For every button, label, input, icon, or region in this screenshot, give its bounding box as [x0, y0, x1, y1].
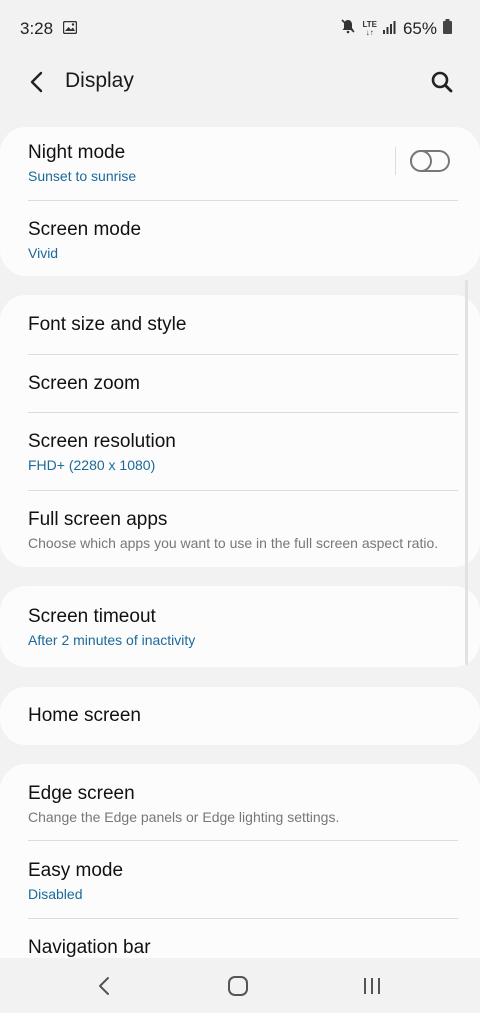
navigation-bar-title: Navigation bar — [28, 937, 151, 958]
card-edge-easy-nav: Edge screen Change the Edge panels or Ed… — [0, 764, 480, 958]
screen-timeout-subtitle: After 2 minutes of inactivity — [28, 632, 196, 648]
font-size-row[interactable]: Font size and style — [0, 295, 480, 355]
night-mode-row[interactable]: Night mode Sunset to sunrise — [0, 127, 480, 201]
page-title: Display — [65, 69, 134, 92]
battery-icon — [443, 18, 452, 39]
night-mode-toggle-area — [395, 147, 450, 175]
screen-zoom-row[interactable]: Screen zoom — [0, 355, 480, 413]
network-label: LTE — [362, 19, 377, 29]
screen-resolution-subtitle: FHD+ (2280 x 1080) — [28, 457, 156, 473]
toggle-knob — [410, 150, 432, 172]
home-screen-title: Home screen — [28, 705, 141, 726]
nav-back-icon — [99, 977, 109, 995]
easy-mode-title: Easy mode — [28, 860, 124, 881]
navigation-bar-row[interactable]: Navigation bar — [0, 919, 480, 958]
font-size-title: Font size and style — [28, 314, 187, 335]
nav-back-button[interactable] — [90, 972, 120, 1000]
night-mode-toggle[interactable] — [410, 150, 450, 172]
edge-screen-row[interactable]: Edge screen Change the Edge panels or Ed… — [0, 764, 480, 841]
card-font-screen: Font size and style Screen zoom Screen r… — [0, 295, 480, 567]
screen-mode-subtitle: Vivid — [28, 245, 59, 261]
image-notification-icon — [62, 20, 78, 39]
app-bar: Display — [0, 60, 480, 104]
back-button[interactable] — [26, 68, 50, 96]
system-navigation-bar — [0, 958, 480, 1013]
screen-resolution-row[interactable]: Screen resolution FHD+ (2280 x 1080) — [0, 413, 480, 491]
nav-home-button[interactable] — [223, 972, 253, 1000]
screen-timeout-title: Screen timeout — [28, 606, 156, 627]
screen-zoom-title: Screen zoom — [28, 373, 140, 394]
signal-icon — [382, 19, 397, 39]
home-screen-row[interactable]: Home screen — [0, 687, 480, 745]
full-screen-apps-title: Full screen apps — [28, 509, 168, 530]
card-home-screen: Home screen — [0, 687, 480, 745]
screen-mode-row[interactable]: Screen mode Vivid — [0, 201, 480, 276]
edge-screen-subtitle: Change the Edge panels or Edge lighting … — [28, 809, 340, 825]
card-screen-timeout: Screen timeout After 2 minutes of inacti… — [0, 586, 480, 667]
lte-icon: LTE ↓↑ — [362, 19, 377, 37]
edge-screen-title: Edge screen — [28, 783, 135, 804]
full-screen-apps-subtitle: Choose which apps you want to use in the… — [28, 535, 439, 551]
nav-recents-icon — [364, 978, 380, 994]
mute-icon — [340, 18, 356, 39]
status-time: 3:28 — [20, 19, 54, 38]
search-icon — [431, 71, 453, 93]
full-screen-apps-row[interactable]: Full screen apps Choose which apps you w… — [0, 491, 480, 567]
nav-recents-button[interactable] — [357, 972, 387, 1000]
battery-percent: 65% — [402, 18, 437, 38]
screen-resolution-title: Screen resolution — [28, 431, 176, 452]
card-night-screen-mode: Night mode Sunset to sunrise Screen mode… — [0, 127, 480, 276]
easy-mode-row[interactable]: Easy mode Disabled — [0, 841, 480, 919]
screen-timeout-row[interactable]: Screen timeout After 2 minutes of inacti… — [0, 586, 480, 667]
status-bar: 3:28 LTE ↓↑ 65% — [0, 0, 480, 60]
scrollbar[interactable] — [465, 280, 468, 665]
nav-home-icon — [228, 976, 248, 996]
status-indicators: LTE ↓↑ 65% — [340, 18, 452, 39]
back-arrow-icon — [30, 71, 43, 93]
toggle-divider — [395, 147, 396, 175]
easy-mode-subtitle: Disabled — [28, 886, 83, 902]
screen-mode-title: Screen mode — [28, 219, 142, 240]
search-button[interactable] — [429, 68, 455, 96]
